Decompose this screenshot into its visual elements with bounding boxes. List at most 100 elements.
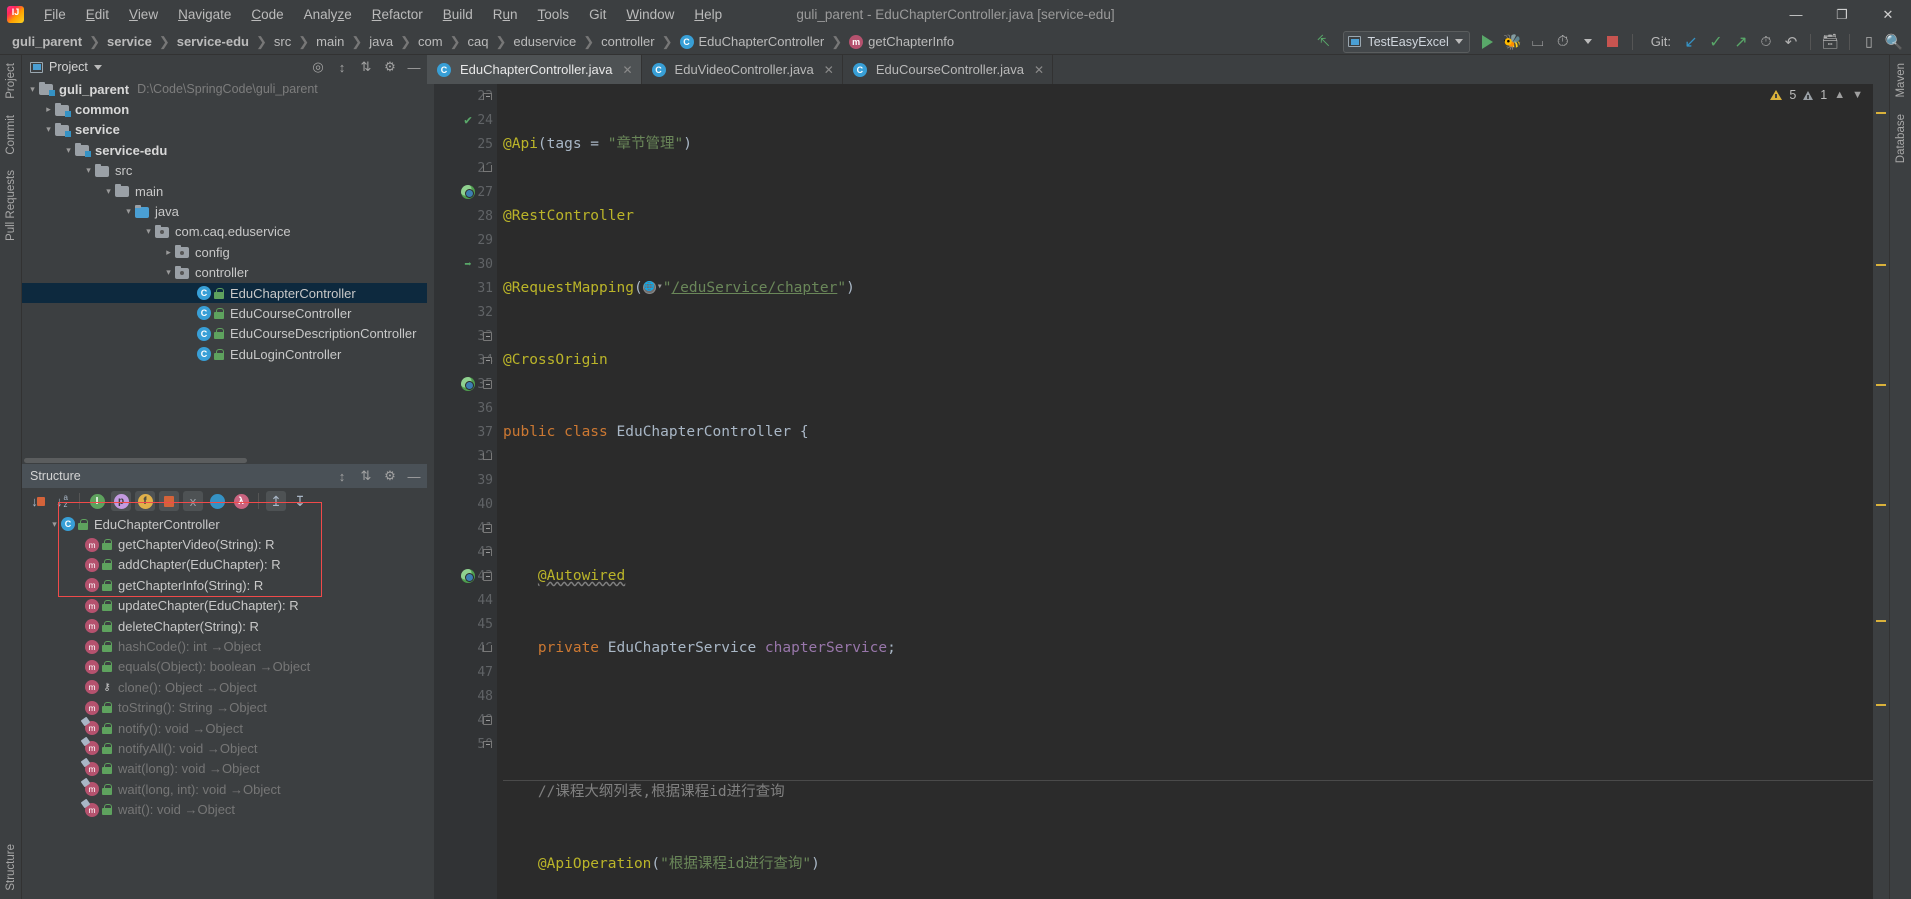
menu-edit[interactable]: Edit	[76, 4, 119, 25]
previous-highlight-icon[interactable]: ▲	[1834, 89, 1845, 101]
project-structure-icon[interactable]: 🗃	[1819, 31, 1841, 53]
chevron-down-icon[interactable]: ▾	[102, 186, 115, 197]
collapse-all-icon[interactable]: ⇅	[358, 468, 374, 484]
menu-tools[interactable]: Tools	[528, 4, 580, 25]
hide-panel-icon[interactable]: —	[406, 59, 422, 75]
breadcrumb-com[interactable]: com	[418, 34, 443, 49]
close-tab-icon[interactable]: ✕	[622, 63, 632, 77]
stop-button[interactable]	[1602, 31, 1624, 53]
tree-item-edu-course-description-controller[interactable]: C EduCourseDescriptionController	[22, 324, 427, 344]
tab-edu-video-controller[interactable]: C EduVideoController.java ✕	[642, 55, 843, 84]
fold-marker-icon[interactable]	[482, 163, 493, 174]
expand-all-icon[interactable]: ↕	[334, 468, 350, 484]
sort-alphabetically-icon[interactable]: ↓ a z	[52, 491, 72, 511]
annotation-check-icon[interactable]: ✔	[461, 113, 475, 128]
fold-marker-icon[interactable]	[482, 355, 493, 366]
structure-tree[interactable]: ▾ C EduChapterController m getChapterVid…	[22, 514, 427, 899]
tool-tab-structure[interactable]: Structure	[2, 836, 20, 899]
project-tree-horizontal-scrollbar[interactable]	[22, 456, 427, 464]
sort-by-visibility-icon[interactable]: ↓	[28, 491, 48, 511]
breadcrumb-controller[interactable]: controller	[601, 34, 654, 49]
menu-git[interactable]: Git	[579, 4, 616, 25]
fold-marker-icon[interactable]	[482, 451, 493, 462]
fold-marker-icon[interactable]	[482, 331, 493, 342]
run-with-coverage-button[interactable]: ⌴	[1527, 31, 1549, 53]
run-configuration-selector[interactable]: TestEasyExcel	[1343, 30, 1470, 53]
inspection-gutter[interactable]	[1873, 84, 1889, 899]
structure-item-equals[interactable]: m equals(Object): boolean →Object	[22, 657, 427, 677]
search-everywhere-icon[interactable]: 🔍	[1883, 31, 1905, 53]
chevron-down-icon[interactable]: ▾	[162, 267, 175, 278]
tree-item-java[interactable]: ▾ java	[22, 201, 427, 221]
tree-item-common[interactable]: ▸ common	[22, 99, 427, 119]
debug-button[interactable]: 🐝	[1502, 31, 1524, 53]
tree-item-main[interactable]: ▾ main	[22, 181, 427, 201]
tree-item-controller[interactable]: ▾ controller	[22, 263, 427, 283]
code-content[interactable]: @Api(tags = "章节管理") @RestController @Req…	[497, 84, 1873, 899]
locate-icon[interactable]: ◎	[310, 59, 326, 75]
tool-tab-maven[interactable]: Maven	[1892, 55, 1910, 106]
scroll-to-source-icon[interactable]: ↧	[290, 491, 310, 511]
fold-marker-icon[interactable]	[482, 715, 493, 726]
structure-item-get-chapter-video[interactable]: m getChapterVideo(String): R	[22, 534, 427, 554]
chevron-down-icon[interactable]: ▾	[82, 165, 95, 176]
structure-item-class[interactable]: ▾ C EduChapterController	[22, 514, 427, 534]
tree-item-src[interactable]: ▾ src	[22, 161, 427, 181]
breadcrumb-class[interactable]: C EduChapterController	[679, 34, 824, 49]
menu-refactor[interactable]: Refactor	[362, 4, 433, 25]
structure-item-clone[interactable]: m ⚷ clone(): Object →Object	[22, 677, 427, 697]
tab-edu-chapter-controller[interactable]: C EduChapterController.java ✕	[427, 55, 642, 84]
chevron-down-icon[interactable]: ▾	[42, 124, 55, 135]
spring-bean-icon[interactable]	[461, 569, 475, 583]
git-update-icon[interactable]: ↙	[1680, 31, 1702, 53]
tab-edu-course-controller[interactable]: C EduCourseController.java ✕	[843, 55, 1054, 84]
breadcrumb-guli-parent[interactable]: guli_parent	[12, 34, 82, 49]
back-arrow-icon[interactable]: ⤒	[1310, 26, 1341, 57]
fold-marker-icon[interactable]	[482, 91, 493, 102]
fold-marker-icon[interactable]	[482, 571, 493, 582]
group-methods-icon[interactable]: x	[183, 491, 203, 511]
structure-item-get-chapter-info[interactable]: m getChapterInfo(String): R	[22, 575, 427, 595]
git-commit-icon[interactable]: ✓	[1705, 31, 1727, 53]
fold-marker-icon[interactable]	[482, 379, 493, 390]
fold-marker-icon[interactable]	[482, 643, 493, 654]
chevron-down-icon[interactable]: ▾	[48, 519, 61, 530]
tool-tab-database[interactable]: Database	[1892, 106, 1910, 171]
tool-tab-project[interactable]: Project	[2, 55, 20, 107]
structure-item-wait[interactable]: m wait(): void →Object	[22, 799, 427, 819]
tree-item-service[interactable]: ▾ service	[22, 120, 427, 140]
show-properties-icon[interactable]: p	[111, 491, 131, 511]
structure-item-wait-long-int[interactable]: m wait(long, int): void →Object	[22, 779, 427, 799]
next-highlight-icon[interactable]: ▼	[1852, 89, 1863, 101]
structure-item-to-string[interactable]: m toString(): String →Object	[22, 698, 427, 718]
tree-item-config[interactable]: ▸ config	[22, 242, 427, 262]
maximize-button[interactable]: ❐	[1819, 0, 1865, 29]
close-tab-icon[interactable]: ✕	[824, 63, 834, 77]
structure-item-notify[interactable]: m notify(): void →Object	[22, 718, 427, 738]
structure-item-update-chapter[interactable]: m updateChapter(EduChapter): R	[22, 596, 427, 616]
fold-marker-icon[interactable]	[482, 547, 493, 558]
select-in-icon[interactable]: ▯	[1858, 31, 1880, 53]
scroll-from-source-icon[interactable]: ↥	[266, 491, 286, 511]
menu-view[interactable]: View	[119, 4, 168, 25]
expand-all-icon[interactable]: ↕	[334, 59, 350, 75]
chevron-down-icon[interactable]: ▾	[62, 145, 75, 156]
tree-item-guli-parent[interactable]: ▾ guli_parent D:\Code\SpringCode\guli_pa…	[22, 79, 427, 99]
menu-file[interactable]: File	[34, 4, 76, 25]
fold-marker-icon[interactable]	[482, 739, 493, 750]
chevron-down-icon[interactable]: ▾	[122, 206, 135, 217]
menu-navigate[interactable]: Navigate	[168, 4, 241, 25]
close-button[interactable]: ✕	[1865, 0, 1911, 29]
tree-item-edu-course-controller[interactable]: C EduCourseController	[22, 303, 427, 323]
menu-run[interactable]: Run	[483, 4, 528, 25]
tool-tab-pull-requests[interactable]: Pull Requests	[2, 162, 20, 249]
tree-item-service-edu[interactable]: ▾ service-edu	[22, 140, 427, 160]
git-rollback-icon[interactable]: ↶	[1780, 31, 1802, 53]
menu-code[interactable]: Code	[241, 4, 293, 25]
code-editor[interactable]: 5 1 ▲ ▼ 23 ✔24 25 26 27 28 29 ➡30	[427, 84, 1889, 899]
bean-navigate-icon[interactable]: ➡	[461, 257, 475, 271]
editor-gutter[interactable]: 23 ✔24 25 26 27 28 29 ➡30 31 32 33 34 35…	[427, 84, 497, 899]
chevron-right-icon[interactable]: ▸	[42, 104, 55, 115]
fold-marker-icon[interactable]	[482, 523, 493, 534]
spring-bean-icon[interactable]	[461, 185, 475, 199]
